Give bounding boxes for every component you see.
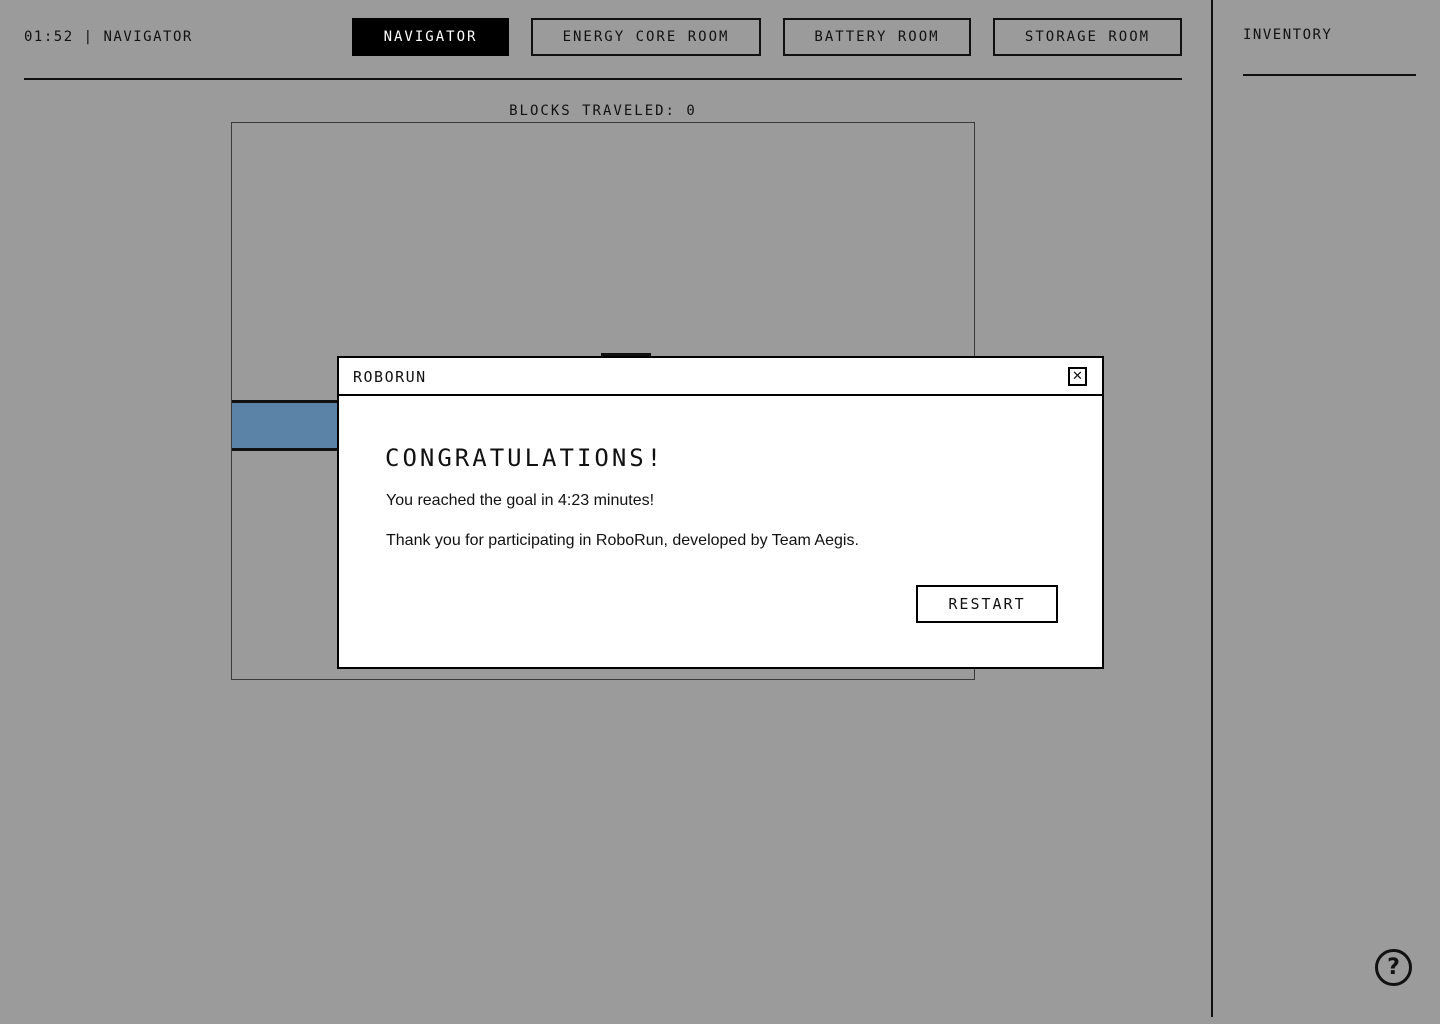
- app-screen: 01:52 | NAVIGATOR NAVIGATOR ENERGY CORE …: [0, 0, 1440, 1024]
- help-button[interactable]: ?: [1375, 949, 1412, 986]
- tab-navigator[interactable]: NAVIGATOR: [352, 18, 509, 56]
- close-icon: ✕: [1072, 369, 1083, 384]
- blocks-traveled-label: BLOCKS TRAVELED:: [509, 103, 676, 119]
- inventory-underline: [1243, 74, 1416, 76]
- dialog-title: ROBORUN: [353, 368, 427, 386]
- dialog-titlebar: ROBORUN ✕: [339, 358, 1102, 396]
- role-label: NAVIGATOR: [103, 29, 193, 45]
- inventory-title: INVENTORY: [1243, 27, 1333, 43]
- tab-battery-room[interactable]: BATTERY ROOM: [783, 18, 971, 56]
- status-separator: |: [83, 29, 94, 45]
- panel-divider: [1211, 0, 1213, 1017]
- restart-button[interactable]: RESTART: [916, 585, 1058, 623]
- dialog-heading: CONGRATULATIONS!: [385, 444, 665, 472]
- question-mark-icon: ?: [1387, 955, 1400, 980]
- congratulations-dialog: ROBORUN ✕ CONGRATULATIONS! You reached t…: [337, 356, 1104, 669]
- header-divider: [24, 78, 1182, 80]
- tab-energy-core-room[interactable]: ENERGY CORE ROOM: [531, 18, 761, 56]
- blocks-traveled-value: 0: [686, 103, 697, 119]
- blocks-traveled-counter: BLOCKS TRAVELED: 0: [231, 103, 975, 119]
- timer: 01:52: [24, 29, 74, 45]
- tab-storage-room[interactable]: STORAGE ROOM: [993, 18, 1182, 56]
- thanks-message: Thank you for participating in RoboRun, …: [386, 532, 859, 549]
- map-road-segment: [232, 400, 342, 451]
- completion-message: You reached the goal in 4:23 minutes!: [386, 492, 655, 509]
- status-readout: 01:52 | NAVIGATOR: [24, 28, 193, 46]
- close-button[interactable]: ✕: [1068, 367, 1087, 386]
